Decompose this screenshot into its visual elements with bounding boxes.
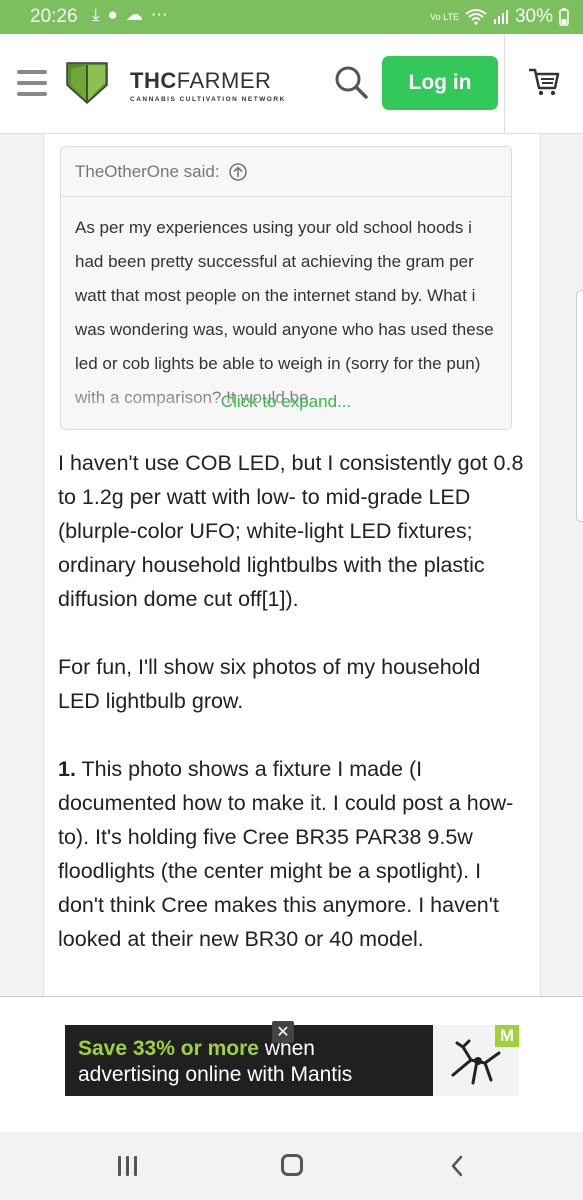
download-done-icon: ⤓: [92, 5, 100, 24]
post-paragraph: For fun, I'll show six photos of my hous…: [58, 655, 481, 713]
battery-percent: 30%: [514, 6, 553, 27]
android-icon: ●: [107, 5, 118, 24]
expand-link[interactable]: Click to expand...: [61, 385, 511, 419]
logo-wordmark: THCFARMER: [130, 68, 272, 93]
mantis-badge: M: [495, 1025, 519, 1047]
list-number: 1.: [58, 757, 76, 781]
system-nav-bar: [0, 1132, 583, 1200]
site-header: THCFARMER CANNABIS CULTIVATION NETWORK L…: [0, 34, 583, 134]
quote-block[interactable]: TheOtherOne said: As per my experiences …: [60, 146, 512, 430]
home-icon[interactable]: [281, 1154, 303, 1176]
back-icon[interactable]: [449, 1154, 465, 1178]
wifi-icon: [465, 9, 487, 25]
logo-icon[interactable]: [65, 61, 109, 105]
status-time: 20:26: [30, 6, 78, 27]
ad-banner-container: Save 33% or more when advertising online…: [0, 996, 583, 1132]
quote-body: As per my experiences using your old sch…: [61, 197, 511, 429]
post-paragraph: I haven't use COB LED, but I consistentl…: [58, 451, 524, 611]
cloud-icon: ☁: [125, 5, 143, 24]
recents-icon[interactable]: [118, 1156, 140, 1176]
scroll-handle[interactable]: [576, 290, 583, 522]
login-button[interactable]: Log in: [382, 56, 498, 110]
ad-close-button[interactable]: ✕: [272, 1021, 294, 1043]
signal-icon: [493, 10, 508, 24]
header-divider: [504, 34, 505, 134]
notification-icons: ⤓ ● ☁ ⋯: [92, 5, 168, 25]
quote-header: TheOtherOne said:: [61, 147, 511, 197]
system-icons: Vo LTE 30%: [430, 6, 569, 28]
quote-author[interactable]: TheOtherOne said:: [75, 162, 220, 182]
site-logo[interactable]: THCFARMER CANNABIS CULTIVATION NETWORK: [130, 68, 286, 103]
ad-artwork: M: [433, 1025, 519, 1096]
ad-line-2: advertising online with Mantis: [78, 1063, 353, 1086]
status-bar: 20:26 ⤓ ● ☁ ⋯ Vo LTE 30%: [0, 0, 583, 34]
more-icon: ⋯: [150, 5, 168, 24]
volte-icon: Vo LTE: [430, 11, 459, 22]
post-content: TheOtherOne said: As per my experiences …: [43, 134, 541, 996]
search-icon[interactable]: [333, 64, 369, 100]
logo-tagline: CANNABIS CULTIVATION NETWORK: [130, 96, 286, 103]
post-body: I haven't use COB LED, but I consistentl…: [58, 446, 528, 990]
cart-icon[interactable]: [527, 64, 561, 98]
battery-icon: [559, 8, 569, 26]
arrow-up-circle-icon[interactable]: [228, 162, 248, 182]
menu-icon[interactable]: [17, 70, 47, 96]
post-paragraph: 1. This photo shows a fixture I made (I …: [58, 757, 514, 951]
